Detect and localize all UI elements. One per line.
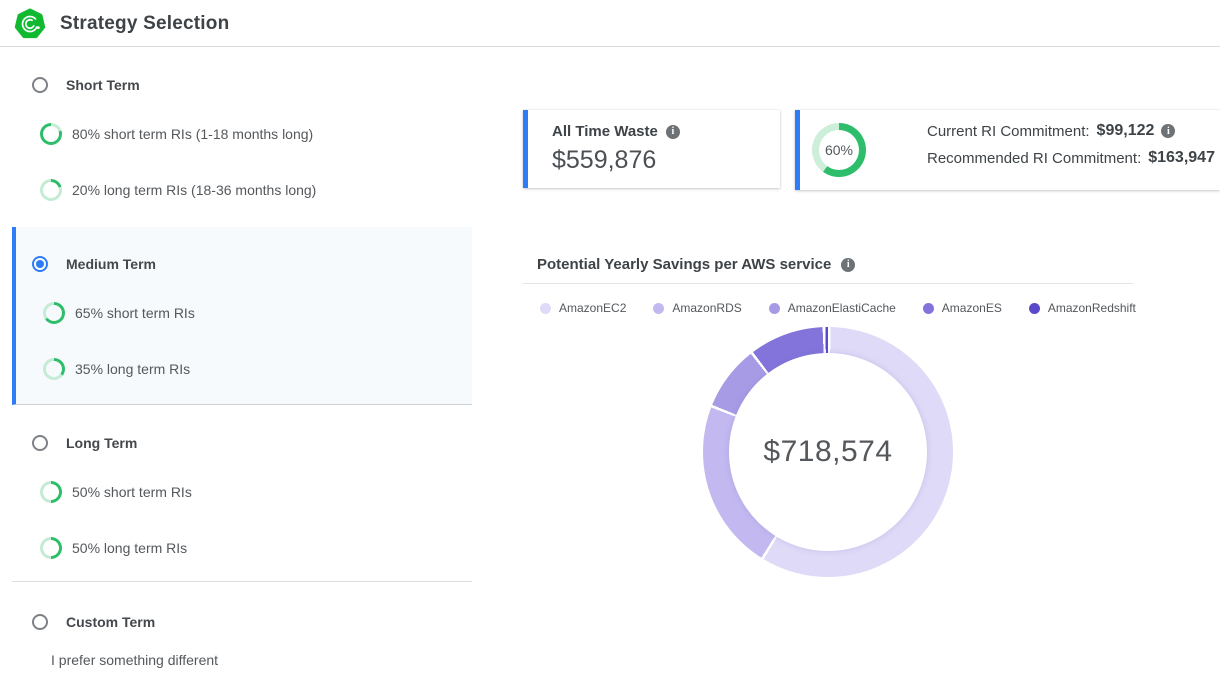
info-icon[interactable]: i bbox=[841, 258, 855, 272]
option-custom-term[interactable]: Custom Term bbox=[32, 614, 155, 630]
radio-long-term[interactable] bbox=[32, 435, 48, 451]
savings-chart-header: Potential Yearly Savings per AWS service… bbox=[537, 256, 855, 273]
short-term-sub-80: 80% short term RIs (1-18 months long) bbox=[40, 123, 313, 145]
legend-dot bbox=[653, 303, 664, 314]
radio-medium-term-selected[interactable] bbox=[32, 256, 48, 272]
legend-dot bbox=[1029, 303, 1040, 314]
recommended-ri-commitment-label: Recommended RI Commitment: bbox=[927, 150, 1141, 167]
short-term-sub-20: 20% long term RIs (18-36 months long) bbox=[40, 179, 316, 201]
current-ri-commitment-label: Current RI Commitment: bbox=[927, 123, 1090, 140]
percent-ring-65 bbox=[43, 302, 65, 324]
percent-ring-50 bbox=[40, 481, 62, 503]
sub-label: 35% long term RIs bbox=[75, 361, 190, 377]
long-term-sub-50a: 50% short term RIs bbox=[40, 481, 192, 503]
long-term-sub-50b: 50% long term RIs bbox=[40, 537, 187, 559]
savings-donut-chart: $718,574 bbox=[703, 327, 953, 577]
option-medium-term[interactable]: Medium Term bbox=[32, 256, 156, 272]
eco-logo-icon bbox=[14, 8, 46, 40]
percent-ring-50 bbox=[40, 537, 62, 559]
legend-label: AmazonRedshift bbox=[1048, 301, 1136, 315]
recommended-ri-commitment-row: Recommended RI Commitment: $163,947 i bbox=[927, 149, 1220, 167]
option-label: Long Term bbox=[66, 435, 137, 451]
percent-ring-80 bbox=[40, 123, 62, 145]
chart-divider bbox=[523, 283, 1133, 284]
ri-utilization-gauge: 60% bbox=[812, 123, 866, 177]
sub-label: 20% long term RIs (18-36 months long) bbox=[72, 182, 316, 198]
savings-chart-title: Potential Yearly Savings per AWS service bbox=[537, 256, 831, 273]
radio-short-term[interactable] bbox=[32, 77, 48, 93]
percent-ring-20 bbox=[40, 179, 62, 201]
sub-label: 50% short term RIs bbox=[72, 484, 192, 500]
legend-label: AmazonES bbox=[942, 301, 1002, 315]
current-ri-commitment-value: $99,122 bbox=[1097, 122, 1155, 140]
legend-item-amazonec2[interactable]: AmazonEC2 bbox=[540, 301, 626, 315]
option-label: Short Term bbox=[66, 77, 140, 93]
legend-label: AmazonRDS bbox=[672, 301, 741, 315]
legend-dot bbox=[540, 303, 551, 314]
info-icon[interactable]: i bbox=[666, 125, 680, 139]
legend-dot bbox=[769, 303, 780, 314]
current-ri-commitment-row: Current RI Commitment: $99,122 i bbox=[927, 122, 1220, 140]
medium-term-sub-35: 35% long term RIs bbox=[43, 358, 190, 380]
option-short-term[interactable]: Short Term bbox=[32, 77, 140, 93]
sub-label: 50% long term RIs bbox=[72, 540, 187, 556]
radio-custom-term[interactable] bbox=[32, 614, 48, 630]
medium-term-sub-65: 65% short term RIs bbox=[43, 302, 195, 324]
percent-ring-35 bbox=[43, 358, 65, 380]
sub-label: 80% short term RIs (1-18 months long) bbox=[72, 126, 313, 142]
option-long-term[interactable]: Long Term bbox=[32, 435, 137, 451]
all-time-waste-title: All Time Waste bbox=[552, 123, 658, 140]
recommended-ri-commitment-value: $163,947 bbox=[1148, 149, 1215, 167]
legend-item-amazonelasticache[interactable]: AmazonElastiCache bbox=[769, 301, 896, 315]
legend-item-amazonrds[interactable]: AmazonRDS bbox=[653, 301, 741, 315]
donut-total-value: $718,574 bbox=[703, 327, 953, 577]
legend-dot bbox=[923, 303, 934, 314]
all-time-waste-value: $559,876 bbox=[552, 146, 780, 175]
sidebar-divider bbox=[12, 581, 472, 582]
legend-item-amazones[interactable]: AmazonES bbox=[923, 301, 1002, 315]
page-title: Strategy Selection bbox=[60, 13, 229, 35]
legend-label: AmazonElastiCache bbox=[788, 301, 896, 315]
sub-label: 65% short term RIs bbox=[75, 305, 195, 321]
legend-label: AmazonEC2 bbox=[559, 301, 626, 315]
legend-item-amazonredshift[interactable]: AmazonRedshift bbox=[1029, 301, 1136, 315]
info-icon[interactable]: i bbox=[1161, 124, 1175, 138]
gauge-percent-label: 60% bbox=[812, 123, 866, 177]
all-time-waste-card: All Time Waste i $559,876 bbox=[523, 110, 780, 188]
ri-commitment-card: 60% Current RI Commitment: $99,122 i Rec… bbox=[795, 110, 1220, 190]
custom-term-description: I prefer something different bbox=[51, 652, 218, 668]
chart-legend: AmazonEC2 AmazonRDS AmazonElastiCache Am… bbox=[540, 301, 1100, 315]
option-label: Medium Term bbox=[66, 256, 156, 272]
option-label: Custom Term bbox=[66, 614, 155, 630]
page-header: Strategy Selection bbox=[0, 0, 1220, 47]
